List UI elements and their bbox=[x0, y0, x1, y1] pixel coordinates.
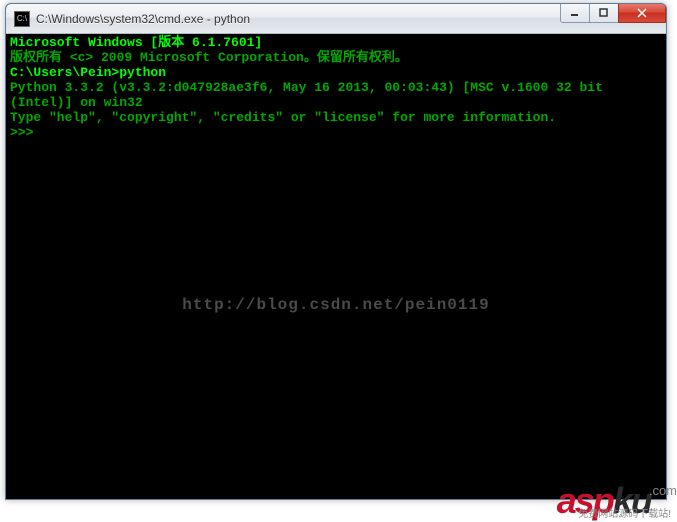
terminal-body[interactable]: Microsoft Windows [版本 6.1.7601] 版权所有 <c>… bbox=[6, 34, 666, 499]
terminal-line: Type "help", "copyright", "credits" or "… bbox=[10, 111, 662, 126]
cmd-window: C:\ C:\Windows\system32\cmd.exe - python… bbox=[5, 3, 667, 500]
terminal-line: Microsoft Windows [版本 6.1.7601] bbox=[10, 36, 662, 51]
logo-subtitle: 免费网站源码下载站! bbox=[578, 505, 671, 520]
maximize-button[interactable] bbox=[589, 3, 619, 23]
terminal-python-prompt: >>> bbox=[10, 126, 662, 141]
window-icon: C:\ bbox=[14, 11, 30, 27]
terminal-prompt-line: C:\Users\Pein>python bbox=[10, 66, 662, 81]
window-controls bbox=[561, 3, 666, 23]
terminal-line: Python 3.3.2 (v3.3.2:d047928ae3f6, May 1… bbox=[10, 81, 662, 111]
titlebar[interactable]: C:\ C:\Windows\system32\cmd.exe - python bbox=[6, 4, 666, 34]
window-title: C:\Windows\system32\cmd.exe - python bbox=[36, 12, 250, 26]
terminal-line: 版权所有 <c> 2009 Microsoft Corporation。保留所有… bbox=[10, 51, 662, 66]
close-button[interactable] bbox=[618, 3, 666, 23]
minimize-button[interactable] bbox=[560, 3, 590, 23]
watermark-text: http://blog.csdn.net/pein0119 bbox=[6, 296, 666, 314]
logo-tld: .com bbox=[649, 483, 677, 498]
